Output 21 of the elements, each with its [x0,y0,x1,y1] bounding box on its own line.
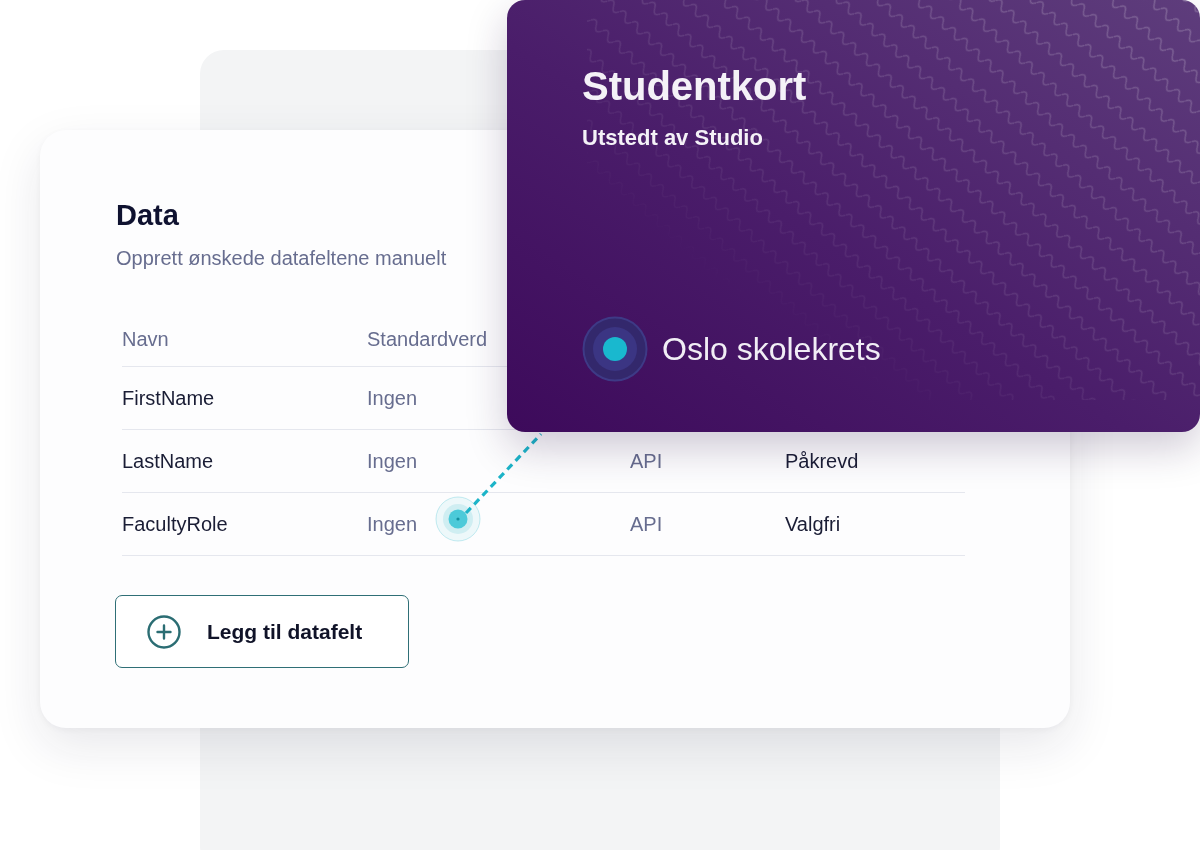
section-title: Data [116,198,179,232]
table-cell-text: Valgfri [785,512,841,537]
column-header: Standardverd [367,327,488,352]
organization-name: Oslo skolekrets [662,330,881,369]
ring-dot-icon [582,316,648,382]
add-field-button[interactable]: Legg til datafelt [115,595,409,668]
pulse-dot-icon [435,496,481,542]
section-description: Opprett ønskede datafeltene manuelt [116,246,447,271]
table-cell-text: API [630,449,663,474]
table-cell-text: FirstName [122,386,215,411]
table-cell-text: LastName [122,449,214,474]
card-issuer: Utstedt av Studio [582,124,763,152]
table-cell-text: FacultyRole [122,512,228,537]
plus-circle-icon [147,614,181,649]
table-cell-text: Ingen [367,512,418,537]
table-cell-text: Ingen [367,449,418,474]
table-cell-text: Påkrevd [785,449,859,474]
column-header: Navn [122,327,169,352]
table-cell-text: Ingen [367,386,418,411]
card-title: Studentkort [582,63,807,110]
table-cell-text: API [630,512,663,537]
